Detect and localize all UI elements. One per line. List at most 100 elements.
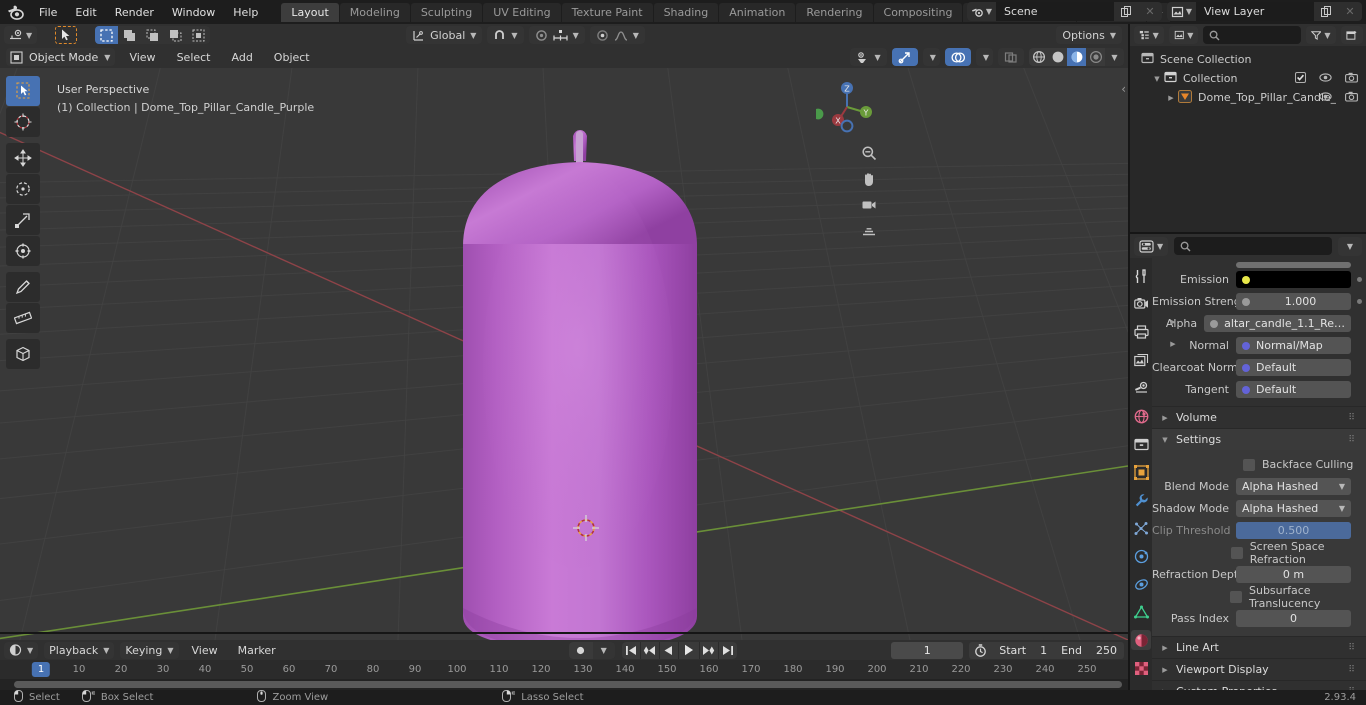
scene-tab[interactable] <box>1131 378 1151 398</box>
material-tab[interactable] <box>1131 630 1151 650</box>
shadow-mode-row[interactable]: Shadow Mode Alpha Hashed ▼ <box>1152 498 1366 519</box>
tab-sculpting[interactable]: Sculpting <box>410 2 483 22</box>
chevron-down-icon[interactable]: ▼ <box>1110 31 1116 40</box>
chevron-down-icon[interactable]: ▼ <box>573 31 579 40</box>
expand-arrow-icon[interactable]: ▶ <box>1160 414 1170 422</box>
texture-tab[interactable] <box>1131 658 1151 678</box>
scene-icon[interactable]: ▼ <box>967 2 996 21</box>
outliner-row-scene-collection[interactable]: Scene Collection <box>1130 50 1366 69</box>
tab-shading[interactable]: Shading <box>653 2 719 22</box>
tab-rendering[interactable]: Rendering <box>796 2 873 22</box>
pass-index-field[interactable]: 0 <box>1236 610 1351 627</box>
play-reverse-icon[interactable] <box>659 641 678 659</box>
annotate-tool[interactable] <box>6 272 40 302</box>
jump-start-icon[interactable] <box>621 641 640 659</box>
tab-compositing[interactable]: Compositing <box>873 2 963 22</box>
clip-threshold-slider[interactable]: 0.500 <box>1236 522 1351 539</box>
gizmo-toggle[interactable] <box>891 48 918 66</box>
outliner-filter-scene-icon[interactable]: ▼ <box>1168 26 1199 44</box>
particles-tab[interactable] <box>1131 518 1151 538</box>
menu-edit[interactable]: Edit <box>66 3 105 21</box>
backface-culling-row[interactable]: Backface Culling <box>1152 454 1366 475</box>
tool-tab[interactable] <box>1131 266 1151 286</box>
new-collection-icon[interactable] <box>1340 26 1364 44</box>
emission-color-field[interactable] <box>1236 271 1351 288</box>
cursor-arrow-icon[interactable] <box>55 26 78 44</box>
copy-icon[interactable] <box>1114 2 1138 21</box>
shadow-mode-dropdown[interactable]: Alpha Hashed ▼ <box>1236 500 1351 517</box>
chevron-down-icon[interactable]: ▼ <box>633 31 639 40</box>
snap-toggle[interactable]: ▼ <box>487 26 524 44</box>
close-icon[interactable]: ✕ <box>1138 2 1162 21</box>
cursor-tool[interactable] <box>6 107 40 137</box>
scrollbar-thumb[interactable] <box>14 681 1122 688</box>
zoom-icon[interactable] <box>858 142 880 164</box>
viewport-menu-view[interactable]: View <box>122 48 162 66</box>
ortho-persp-icon[interactable] <box>858 220 880 242</box>
clearcoat-normal-link-field[interactable]: Default <box>1236 359 1351 376</box>
playhead[interactable]: 1 <box>31 662 51 677</box>
proportional-editing-toggle[interactable]: ▼ <box>528 26 585 44</box>
material-preview-shading-button[interactable] <box>1067 48 1086 66</box>
viewport-options-dropdown[interactable]: Options ▼ <box>1056 26 1122 44</box>
object-types-visibility-dropdown[interactable]: ▼ <box>849 48 887 66</box>
overlays-toggle[interactable] <box>944 48 971 66</box>
viewport-menu-object[interactable]: Object <box>267 48 317 66</box>
panel-volume[interactable]: ▶ Volume ⠿ <box>1152 406 1366 428</box>
view-layer-icon[interactable]: ▼ <box>1167 2 1196 21</box>
close-icon[interactable]: ✕ <box>1338 2 1362 21</box>
scene-name[interactable]: Scene <box>996 2 1114 21</box>
drag-grip-icon[interactable]: ⠿ <box>1348 413 1356 423</box>
prev-keyframe-icon[interactable] <box>640 641 659 659</box>
timeline-keying-dropdown[interactable]: Keying ▼ <box>120 641 179 659</box>
properties-search-input[interactable] <box>1174 237 1332 255</box>
tangent-link-field[interactable]: Default <box>1236 381 1351 398</box>
timeline-ruler[interactable]: 10 20 30 40 50 60 70 80 90 100 110 120 1… <box>0 660 1128 680</box>
proportional-falloff-dropdown[interactable]: ▼ <box>589 26 645 44</box>
end-frame-field[interactable]: End 250 <box>1054 642 1124 659</box>
screen-space-refraction-checkbox[interactable] <box>1230 546 1243 559</box>
camera-render-icon[interactable] <box>1345 91 1358 105</box>
overlays-dropdown[interactable]: ▼ <box>975 48 993 66</box>
auto-keying-dropdown[interactable]: ▼ <box>592 641 615 659</box>
eye-icon[interactable] <box>1319 91 1332 105</box>
scale-tool[interactable] <box>6 205 40 235</box>
expand-arrow-icon[interactable]: ▶ <box>1160 644 1170 652</box>
outliner-search-input[interactable] <box>1203 26 1301 44</box>
blender-logo-icon[interactable] <box>0 0 30 24</box>
modifier-tab[interactable] <box>1131 490 1151 510</box>
timeline-menu-marker[interactable]: Marker <box>231 644 283 657</box>
clip-threshold-row[interactable]: Clip Threshold 0.500 <box>1152 520 1366 541</box>
expand-arrow-icon[interactable]: ▼ <box>1160 436 1170 444</box>
animate-dot-icon[interactable] <box>1357 299 1362 304</box>
drag-grip-icon[interactable]: ⠿ <box>1348 665 1356 675</box>
subsurface-translucency-row[interactable]: Subsurface Translucency <box>1152 584 1366 610</box>
record-dot-icon[interactable] <box>568 641 593 659</box>
eye-icon[interactable] <box>1319 72 1332 86</box>
panel-settings[interactable]: ▼ Settings ⠿ <box>1152 428 1366 450</box>
solid-shading-button[interactable] <box>1048 48 1067 66</box>
chevron-down-icon[interactable]: ▼ <box>1339 504 1345 513</box>
select-set-icon[interactable] <box>95 26 119 44</box>
checkbox-icon[interactable] <box>1295 71 1306 86</box>
node-input-alpha[interactable]: ▶ Alpha altar_candle_1.1_Re… <box>1152 313 1366 334</box>
start-frame-field[interactable]: Start 1 <box>992 642 1054 659</box>
view-layer-name[interactable]: View Layer <box>1196 2 1314 21</box>
menu-render[interactable]: Render <box>106 3 163 21</box>
view-layer-selector[interactable]: ▼ View Layer ✕ <box>1167 2 1362 21</box>
outliner-panel[interactable]: Scene Collection ▼ Collection ▶ Dome_Top… <box>1130 46 1366 232</box>
tab-texture-paint[interactable]: Texture Paint <box>561 2 653 22</box>
pan-hand-icon[interactable] <box>858 168 880 190</box>
emission-strength-field[interactable]: 1.000 <box>1236 293 1351 310</box>
expand-arrow-icon[interactable]: ▼ <box>1152 75 1162 83</box>
output-tab[interactable] <box>1131 322 1151 342</box>
render-tab[interactable] <box>1131 294 1151 314</box>
camera-render-icon[interactable] <box>1345 72 1358 86</box>
expand-arrow-icon[interactable]: ▶ <box>1168 318 1178 326</box>
panel-line-art[interactable]: ▶ Line Art ⠿ <box>1152 636 1366 658</box>
menu-file[interactable]: File <box>30 3 66 21</box>
jump-end-icon[interactable] <box>718 641 737 659</box>
refraction-depth-row[interactable]: Refraction Depth 0 m <box>1152 564 1366 585</box>
next-keyframe-icon[interactable] <box>699 641 718 659</box>
collection-tab[interactable] <box>1131 434 1151 454</box>
